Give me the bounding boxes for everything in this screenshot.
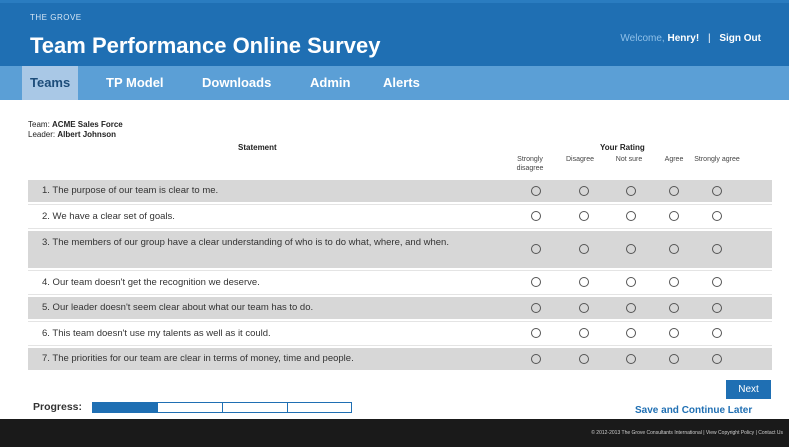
radio-disagree[interactable]	[579, 277, 589, 287]
nav-admin[interactable]: Admin	[310, 66, 350, 100]
radio-agree[interactable]	[669, 244, 679, 254]
statement-row-5: 5. Our leader doesn't seem clear about w…	[28, 297, 772, 319]
radio-strongly-disagree[interactable]	[531, 328, 541, 338]
radio-strongly-agree[interactable]	[712, 277, 722, 287]
radio-agree[interactable]	[669, 277, 679, 287]
statement-text: 5. Our leader doesn't seem clear about w…	[42, 302, 314, 313]
radio-disagree[interactable]	[579, 303, 589, 313]
main-nav: Teams TP Model Downloads Admin Alerts	[0, 66, 789, 100]
statement-text: 7. The priorities for our team are clear…	[42, 353, 354, 364]
statement-text: 6. This team doesn't use my talents as w…	[42, 328, 271, 339]
radio-not-sure[interactable]	[626, 211, 636, 221]
statement-row-7: 7. The priorities for our team are clear…	[28, 348, 772, 370]
statement-column-header: Statement	[238, 143, 277, 152]
statement-text: 3. The members of our group have a clear…	[42, 237, 449, 248]
radio-strongly-agree[interactable]	[712, 328, 722, 338]
separator: |	[707, 33, 711, 44]
radio-strongly-agree[interactable]	[712, 186, 722, 196]
radio-agree[interactable]	[669, 328, 679, 338]
app-header: THE GROVE Team Performance Online Survey…	[0, 0, 789, 66]
team-name: ACME Sales Force	[52, 120, 123, 129]
option-strongly-agree: Strongly agree	[694, 156, 740, 163]
statement-row-1: 1. The purpose of our team is clear to m…	[28, 180, 772, 202]
radio-strongly-disagree[interactable]	[531, 303, 541, 313]
radio-strongly-agree[interactable]	[712, 354, 722, 364]
leader-info: Leader: Albert Johnson	[28, 130, 116, 139]
radio-not-sure[interactable]	[626, 277, 636, 287]
statement-row-4: 4. Our team doesn't get the recognition …	[28, 270, 772, 295]
radio-strongly-disagree[interactable]	[531, 211, 541, 221]
option-disagree: Disagree	[565, 156, 594, 163]
radio-disagree[interactable]	[579, 211, 589, 221]
radio-agree[interactable]	[669, 211, 679, 221]
team-info: Team: ACME Sales Force	[28, 120, 123, 129]
nav-alerts[interactable]: Alerts	[383, 66, 420, 100]
radio-agree[interactable]	[669, 186, 679, 196]
leader-name: Albert Johnson	[57, 130, 117, 139]
statement-text: 2. We have a clear set of goals.	[42, 211, 175, 222]
radio-strongly-agree[interactable]	[712, 303, 722, 313]
team-label: Team:	[28, 120, 50, 129]
nav-teams[interactable]: Teams	[22, 66, 79, 100]
progress-bar	[92, 402, 352, 413]
statement-row-6: 6. This team doesn't use my talents as w…	[28, 321, 772, 346]
save-continue-later-link[interactable]: Save and Continue Later	[635, 405, 752, 416]
statement-row-2: 2. We have a clear set of goals.	[28, 204, 772, 229]
welcome-text: Welcome,	[620, 33, 665, 44]
option-agree: Agree	[664, 156, 684, 163]
radio-agree[interactable]	[669, 354, 679, 364]
progress-divider	[222, 403, 223, 412]
statement-text: 1. The purpose of our team is clear to m…	[42, 185, 219, 196]
nav-downloads[interactable]: Downloads	[202, 66, 271, 100]
next-button[interactable]: Next	[726, 380, 771, 399]
leader-label: Leader:	[28, 130, 56, 139]
option-not-sure: Not sure	[615, 156, 643, 163]
radio-strongly-disagree[interactable]	[531, 354, 541, 364]
radio-not-sure[interactable]	[626, 303, 636, 313]
radio-strongly-disagree[interactable]	[531, 277, 541, 287]
radio-strongly-disagree[interactable]	[531, 186, 541, 196]
brand-name: THE GROVE	[30, 13, 82, 22]
radio-disagree[interactable]	[579, 244, 589, 254]
progress-fill	[93, 403, 158, 412]
radio-disagree[interactable]	[579, 354, 589, 364]
radio-disagree[interactable]	[579, 186, 589, 196]
progress-label: Progress:	[33, 401, 83, 413]
radio-disagree[interactable]	[579, 328, 589, 338]
radio-not-sure[interactable]	[626, 328, 636, 338]
option-strongly-disagree: Strongly disagree	[516, 156, 544, 172]
progress-divider	[287, 403, 288, 412]
radio-not-sure[interactable]	[626, 354, 636, 364]
nav-tp-model[interactable]: TP Model	[106, 66, 164, 100]
page-title: Team Performance Online Survey	[30, 33, 381, 58]
username: Henry!	[667, 33, 700, 44]
radio-agree[interactable]	[669, 303, 679, 313]
footer-copyright: © 2012-2013 The Grove Consultants Intern…	[591, 430, 783, 436]
sign-out-link[interactable]: Sign Out	[719, 33, 761, 44]
progress-divider	[157, 403, 158, 412]
rating-column-header: Your Rating	[600, 143, 645, 152]
radio-strongly-agree[interactable]	[712, 244, 722, 254]
page-footer: © 2012-2013 The Grove Consultants Intern…	[0, 419, 789, 447]
radio-not-sure[interactable]	[626, 186, 636, 196]
statement-text: 4. Our team doesn't get the recognition …	[42, 277, 260, 288]
radio-strongly-agree[interactable]	[712, 211, 722, 221]
statement-row-3: 3. The members of our group have a clear…	[28, 231, 772, 268]
radio-not-sure[interactable]	[626, 244, 636, 254]
radio-strongly-disagree[interactable]	[531, 244, 541, 254]
user-area: Welcome, Henry! | Sign Out	[620, 33, 761, 44]
